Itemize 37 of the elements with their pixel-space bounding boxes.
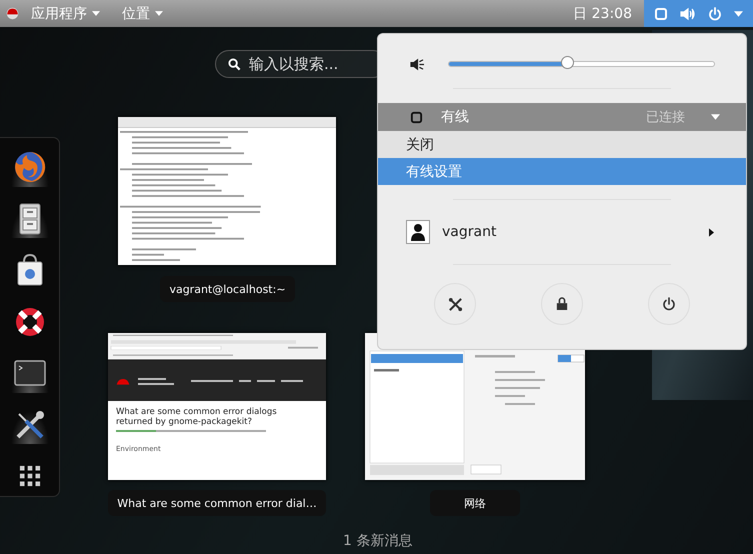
- menu-item[interactable]: 关闭: [378, 131, 746, 158]
- lock-button[interactable]: [541, 283, 583, 325]
- power-icon: [708, 6, 722, 20]
- speaker-icon: [410, 58, 425, 70]
- user-item[interactable]: vagrant: [378, 214, 746, 250]
- power-button[interactable]: [648, 283, 690, 325]
- article-heading: What are some common error dialogs returned by gnome-packagekit?: [116, 407, 278, 428]
- window-caption: What are some common error dial…: [108, 490, 326, 516]
- wired-label: 有线: [441, 108, 470, 126]
- menu-item[interactable]: 有线设置: [378, 158, 746, 185]
- network-icon: [410, 110, 423, 124]
- hat-logo-icon[interactable]: [6, 7, 19, 20]
- window-caption: vagrant@localhost:~: [160, 276, 295, 302]
- caret-icon: [711, 114, 720, 120]
- wired-header[interactable]: 有线 已连接: [378, 103, 746, 131]
- volume-icon: [680, 6, 696, 20]
- slider-handle[interactable]: [561, 56, 574, 69]
- grid-icon: [18, 465, 40, 487]
- network-icon: [654, 6, 668, 20]
- caret-icon: [734, 10, 743, 16]
- hat-logo-icon: [116, 378, 130, 386]
- lock-icon: [556, 297, 568, 311]
- notification-count[interactable]: 1 条新消息: [343, 532, 412, 550]
- user-avatar-icon: [406, 220, 430, 244]
- settings-icon: [448, 296, 462, 312]
- caret-icon: [155, 11, 163, 16]
- power-icon: [662, 297, 676, 311]
- window-caption: 网络: [430, 490, 520, 516]
- status-area[interactable]: [644, 0, 753, 27]
- connection-status: 已连接: [646, 109, 685, 126]
- caret-icon: [92, 11, 100, 16]
- submenu-arrow-icon: [709, 228, 714, 236]
- top-bar-menu[interactable]: 应用程序: [25, 4, 106, 22]
- top-bar-menu[interactable]: 位置: [116, 4, 169, 22]
- search-icon: [228, 58, 241, 71]
- clock[interactable]: 日 23:08: [573, 4, 632, 22]
- settings-button[interactable]: [434, 283, 476, 325]
